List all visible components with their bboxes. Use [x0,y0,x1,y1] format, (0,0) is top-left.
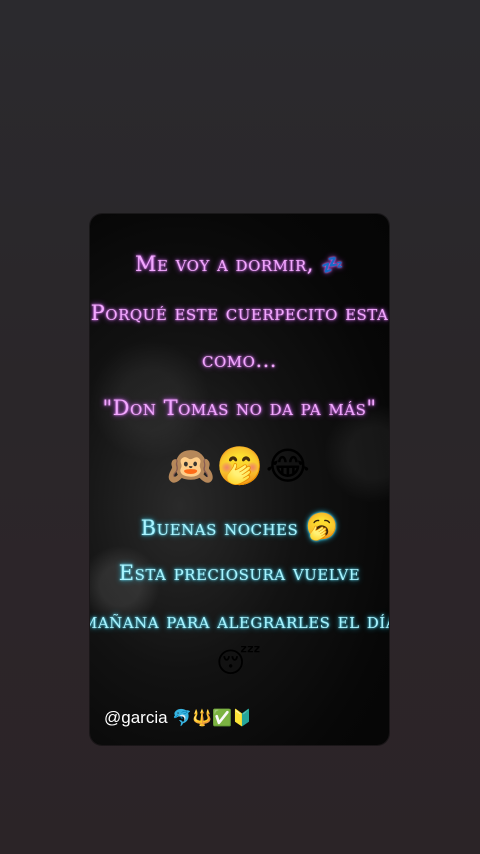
text-line-6: Esta preciosura vuelve [118,561,361,585]
story-card: Me voy a dormir, 💤 Porqué este cuerpecit… [90,214,389,745]
handle-text[interactable]: @garcia [104,708,168,727]
user-handle[interactable]: @garcia 🐬🔱✅🔰 [104,708,252,728]
text-line-3: como... [202,348,277,372]
zzz-icon: 💤 [321,255,345,276]
text-line-5: Buenas noches 🥱 [90,512,389,542]
text-line-7: mañana para alegrarles el día [90,609,389,633]
sleeping-face-icon: 😴 [216,646,263,679]
text-line-1: Me voy a dormir, 💤 [90,252,389,276]
text-line-1-label: Me voy a dormir, [134,252,314,276]
text-line-5-label: Buenas noches [140,516,299,540]
handle-icons: 🐬🔱✅🔰 [172,708,252,727]
emoji-row: 🙉🤭😂 [166,444,313,488]
text-line-4: "Don Tomas no da pa más" [102,396,377,420]
yawn-icon: 🥱 [305,512,339,542]
text-line-2: Porqué este cuerpecito esta [90,301,389,325]
